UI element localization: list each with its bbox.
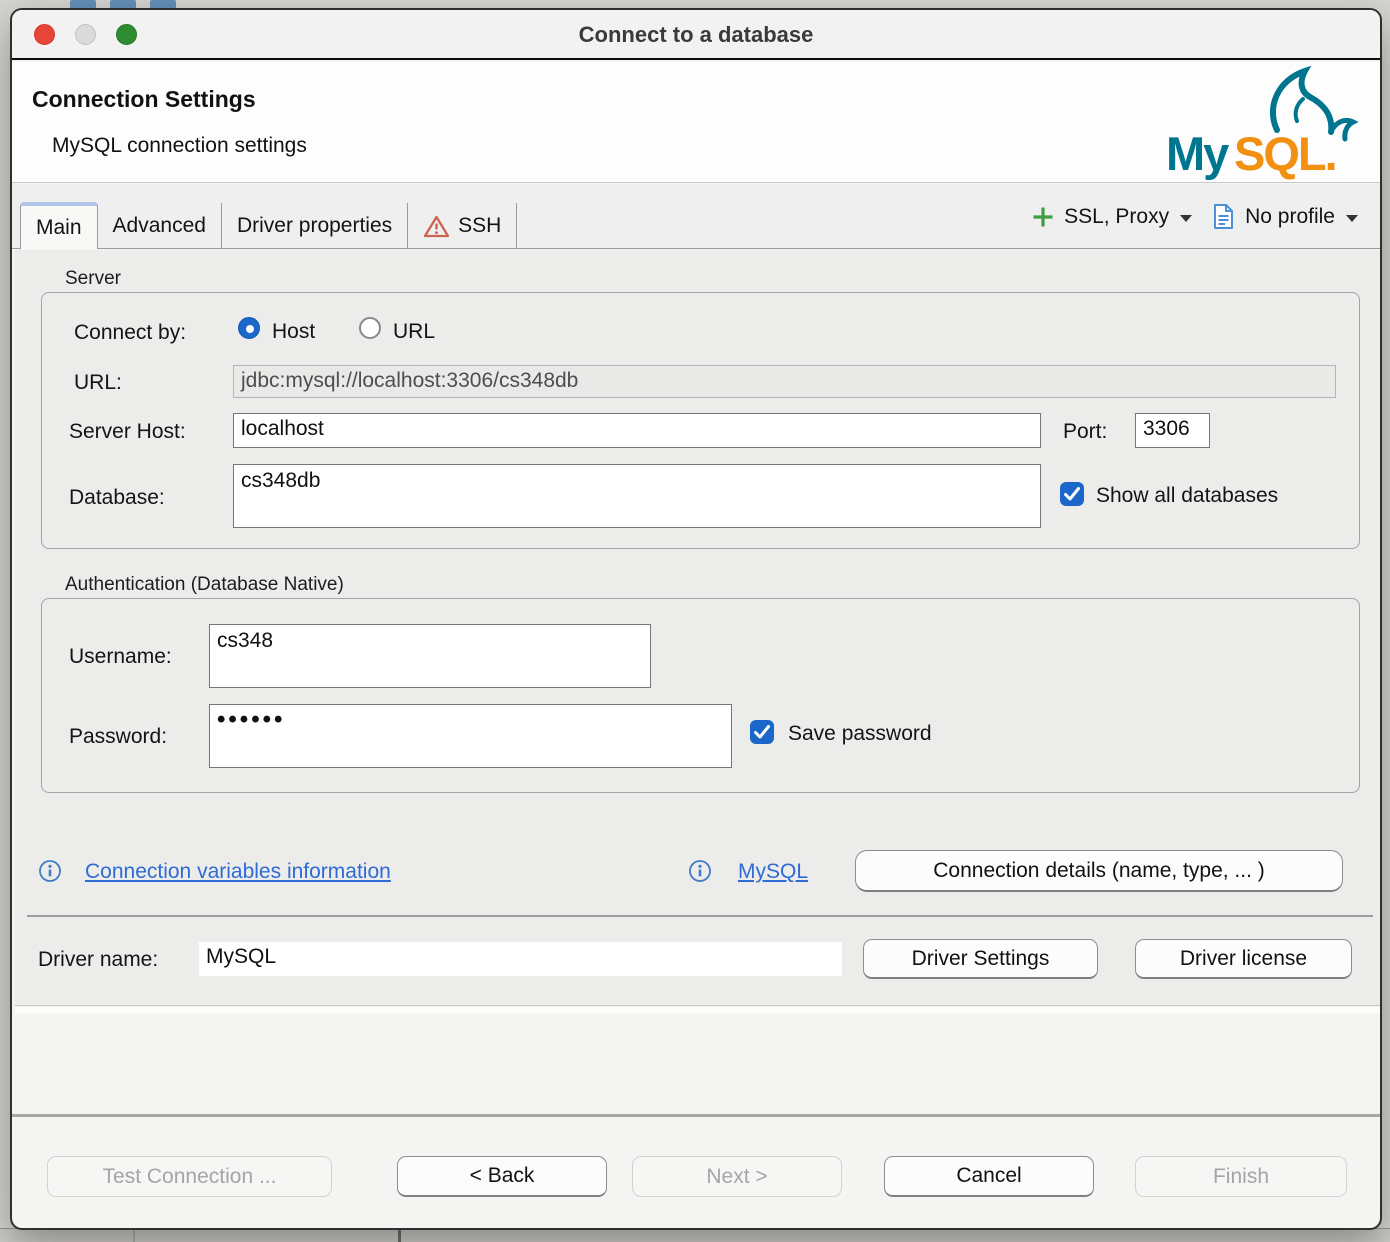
svg-text:My: My <box>1166 127 1229 180</box>
main-tab-panel: Server Connect by: Host URL URL: jdbc:my… <box>15 250 1381 1006</box>
next-button[interactable]: Next > <box>632 1156 842 1197</box>
url-label: URL: <box>74 371 122 395</box>
background-app-strip <box>0 1228 1390 1242</box>
info-icon <box>38 859 62 883</box>
back-button[interactable]: < Back <box>397 1156 607 1197</box>
tab-bar: Main Advanced Driver properties SSH <box>12 184 1380 249</box>
mysql-logo-icon: My SQL. <box>1162 64 1362 182</box>
driver-name-label: Driver name: <box>38 948 158 972</box>
save-password-label[interactable]: Save password <box>788 722 932 746</box>
port-field[interactable]: 3306 <box>1135 413 1210 448</box>
warning-icon <box>423 214 450 239</box>
tab-label: Driver properties <box>237 214 392 238</box>
dialog-header: Connection Settings MySQL connection set… <box>12 62 1380 183</box>
info-icon <box>688 859 712 883</box>
background-app-toolbar-fragment <box>70 0 290 8</box>
connection-variables-link[interactable]: Connection variables information <box>85 860 391 884</box>
panel-bottom-frame <box>15 1007 1381 1014</box>
check-icon <box>752 722 772 742</box>
svg-text:SQL.: SQL. <box>1234 127 1336 180</box>
server-group-label: Server <box>65 268 121 290</box>
driver-settings-button[interactable]: Driver Settings <box>863 939 1098 979</box>
driver-license-button[interactable]: Driver license <box>1135 939 1352 979</box>
tabbar-right-controls: SSL, Proxy No profile <box>1031 184 1360 249</box>
connect-by-url-label[interactable]: URL <box>393 320 435 344</box>
profile-document-icon <box>1211 203 1236 230</box>
background-grid-line <box>133 1229 135 1242</box>
server-host-label: Server Host: <box>69 420 186 444</box>
check-icon <box>1062 484 1082 504</box>
chevron-down-icon[interactable] <box>1180 215 1192 222</box>
save-password-checkbox[interactable] <box>750 720 774 744</box>
server-groupbox: Connect by: Host URL URL: jdbc:mysql://l… <box>41 292 1360 549</box>
connection-details-button[interactable]: Connection details (name, type, ... ) <box>855 850 1343 892</box>
tab-advanced[interactable]: Advanced <box>98 203 222 249</box>
port-label: Port: <box>1063 420 1107 444</box>
profile-menu[interactable]: No profile <box>1245 205 1335 229</box>
driver-separator <box>27 915 1373 917</box>
auth-groupbox: Username: cs348 Password: •••••• Save pa… <box>41 598 1360 793</box>
password-label: Password: <box>69 725 167 749</box>
background-grid-line <box>398 1229 401 1242</box>
database-label: Database: <box>69 486 165 510</box>
tab-label: SSH <box>458 214 501 238</box>
title-bar[interactable]: Connect to a database <box>12 10 1380 60</box>
connect-by-url-radio[interactable] <box>359 317 381 339</box>
show-all-databases-label[interactable]: Show all databases <box>1096 484 1278 508</box>
window-title: Connect to a database <box>12 10 1380 60</box>
page-subtitle: MySQL connection settings <box>52 134 307 158</box>
password-field[interactable]: •••••• <box>209 704 732 768</box>
tab-label: Advanced <box>113 214 206 238</box>
finish-button[interactable]: Finish <box>1135 1156 1347 1197</box>
tab-label: Main <box>36 216 82 240</box>
page-title: Connection Settings <box>32 86 256 113</box>
tab-main[interactable]: Main <box>20 202 98 249</box>
footer-separator <box>12 1114 1380 1117</box>
username-field[interactable]: cs348 <box>209 624 651 688</box>
tab-driver-properties[interactable]: Driver properties <box>222 203 408 249</box>
database-field[interactable]: cs348db <box>233 464 1041 528</box>
show-all-databases-checkbox[interactable] <box>1060 482 1084 506</box>
tab-ssh[interactable]: SSH <box>408 203 517 249</box>
server-host-field[interactable]: localhost <box>233 413 1041 448</box>
tabs: Main Advanced Driver properties SSH <box>20 202 517 249</box>
username-label: Username: <box>69 645 172 669</box>
connect-by-label: Connect by: <box>74 321 186 345</box>
driver-name-field: MySQL <box>199 942 842 976</box>
ssl-proxy-menu[interactable]: SSL, Proxy <box>1064 205 1169 229</box>
test-connection-button[interactable]: Test Connection ... <box>47 1156 332 1197</box>
cancel-button[interactable]: Cancel <box>884 1156 1094 1197</box>
driver-info-link[interactable]: MySQL <box>738 860 808 884</box>
plus-icon <box>1031 205 1055 229</box>
url-field: jdbc:mysql://localhost:3306/cs348db <box>233 365 1336 398</box>
chevron-down-icon[interactable] <box>1346 215 1358 222</box>
connect-by-host-radio[interactable] <box>238 317 260 339</box>
connect-database-dialog: Connect to a database Connection Setting… <box>10 8 1382 1230</box>
connect-by-host-label[interactable]: Host <box>272 320 315 344</box>
auth-group-label: Authentication (Database Native) <box>65 574 344 596</box>
